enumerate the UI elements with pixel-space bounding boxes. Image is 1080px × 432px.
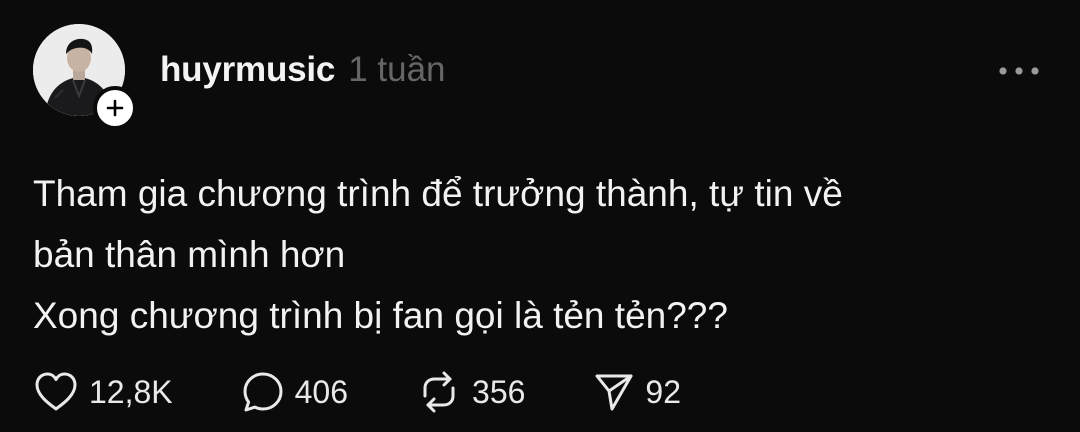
plus-icon — [106, 99, 124, 117]
follow-button[interactable] — [93, 86, 137, 130]
like-button[interactable]: 12,8K — [33, 371, 173, 413]
share-button[interactable]: 92 — [593, 371, 681, 413]
post-actions: 12,8K 406 356 92 — [33, 370, 681, 414]
heart-icon — [35, 372, 77, 411]
comment-icon — [243, 372, 283, 412]
post-body: Tham gia chương trình để trưởng thành, t… — [33, 163, 1043, 346]
more-options-button[interactable] — [997, 58, 1041, 82]
post-body-line: bản thân mình hơn — [33, 234, 346, 275]
send-icon — [595, 374, 633, 411]
more-horizontal-icon — [999, 67, 1039, 75]
share-count: 92 — [645, 373, 681, 410]
repost-icon — [423, 371, 455, 413]
author-avatar-container[interactable] — [33, 24, 137, 130]
reply-count: 406 — [294, 373, 349, 410]
reply-button[interactable]: 406 — [241, 370, 348, 414]
post-body-line: Xong chương trình bị fan gọi là tẻn tẻn?… — [33, 295, 728, 336]
repost-count: 356 — [472, 373, 526, 410]
thread-post: huyrmusic 1 tuần Tham gia chương trình đ… — [0, 0, 1080, 432]
author-username[interactable]: huyrmusic — [160, 50, 335, 90]
post-timestamp[interactable]: 1 tuần — [348, 50, 445, 90]
like-count: 12,8K — [89, 373, 173, 410]
post-body-line: Tham gia chương trình để trưởng thành, t… — [33, 173, 843, 214]
repost-button[interactable]: 356 — [416, 370, 525, 414]
post-header: huyrmusic 1 tuần — [160, 50, 446, 90]
